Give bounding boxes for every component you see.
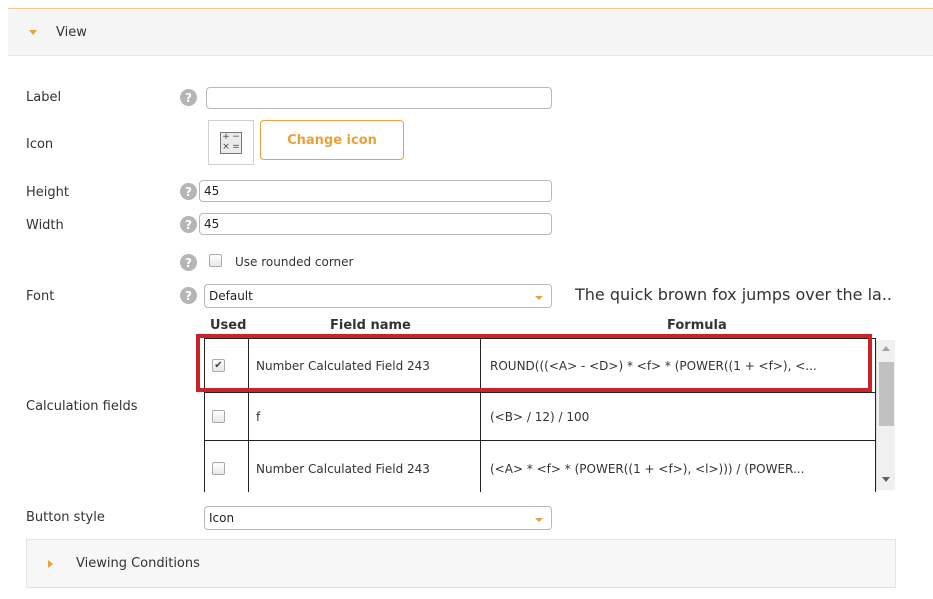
table-divider <box>480 338 481 492</box>
label-field-label: Label <box>26 90 62 105</box>
font-preview-text: The quick brown fox jumps over the la.. <box>575 285 892 304</box>
width-field-label: Width <box>26 218 64 233</box>
button-style-select[interactable]: Icon <box>204 506 552 530</box>
view-section-header[interactable]: View <box>8 8 933 56</box>
table-row[interactable]: ✔ Number Calculated Field 243 ROUND(((<A… <box>204 338 876 392</box>
scroll-down-icon[interactable] <box>882 477 890 482</box>
help-icon[interactable]: ? <box>180 183 197 200</box>
column-header-field-name: Field name <box>330 318 411 333</box>
row-field-name: Number Calculated Field 243 <box>256 358 430 373</box>
chevron-down-icon <box>535 518 543 522</box>
table-row[interactable]: f (<B> / 12) / 100 <box>204 392 876 440</box>
row-used-checkbox[interactable] <box>212 462 225 475</box>
help-icon[interactable]: ? <box>180 216 197 233</box>
change-icon-button[interactable]: Change icon <box>260 120 404 160</box>
button-style-label: Button style <box>26 510 105 525</box>
font-select-value: Default <box>209 289 253 303</box>
rounded-corner-label: Use rounded corner <box>235 255 354 269</box>
table-scrollbar[interactable] <box>876 340 895 490</box>
help-icon[interactable]: ? <box>180 254 197 271</box>
row-field-name: Number Calculated Field 243 <box>256 461 430 476</box>
font-select[interactable]: Default <box>204 284 552 308</box>
calculation-fields-label: Calculation fields <box>26 399 138 414</box>
viewing-conditions-title: Viewing Conditions <box>76 556 200 571</box>
row-formula: (<A> * <f> * (POWER((1 + <f>), <l>))) / … <box>490 461 805 476</box>
font-field-label: Font <box>26 289 55 304</box>
chevron-down-icon <box>535 296 543 300</box>
column-header-formula: Formula <box>667 318 727 333</box>
row-formula: ROUND(((<A> - <D>) * <f> * (POWER((1 + <… <box>490 358 817 373</box>
column-header-used: Used <box>210 318 247 333</box>
table-divider <box>248 338 249 492</box>
row-used-checkbox[interactable]: ✔ <box>212 359 225 372</box>
row-formula: (<B> / 12) / 100 <box>490 409 590 424</box>
viewing-conditions-section[interactable]: Viewing Conditions <box>26 539 896 588</box>
height-input[interactable]: 45 <box>199 180 552 202</box>
height-field-label: Height <box>26 185 69 200</box>
table-divider <box>204 338 205 492</box>
rounded-corner-checkbox[interactable] <box>209 254 222 267</box>
table-row[interactable]: Number Calculated Field 243 (<A> * <f> *… <box>204 440 876 492</box>
caret-right-icon <box>48 559 53 568</box>
label-input[interactable] <box>206 87 552 109</box>
icon-preview: + − × = <box>208 120 254 165</box>
button-style-value: Icon <box>209 511 235 525</box>
width-input[interactable]: 45 <box>199 213 552 235</box>
help-icon[interactable]: ? <box>180 287 197 304</box>
icon-field-label: Icon <box>26 137 54 152</box>
calculation-fields-table: ✔ Number Calculated Field 243 ROUND(((<A… <box>204 334 898 492</box>
scroll-thumb[interactable] <box>879 362 894 426</box>
row-field-name: f <box>256 409 261 424</box>
help-icon[interactable]: ? <box>180 89 197 106</box>
calculator-icon: + − × = <box>220 131 242 154</box>
caret-down-icon <box>29 29 37 35</box>
scroll-up-icon[interactable] <box>882 346 890 351</box>
view-section-title: View <box>56 24 87 40</box>
row-used-checkbox[interactable] <box>212 410 225 423</box>
